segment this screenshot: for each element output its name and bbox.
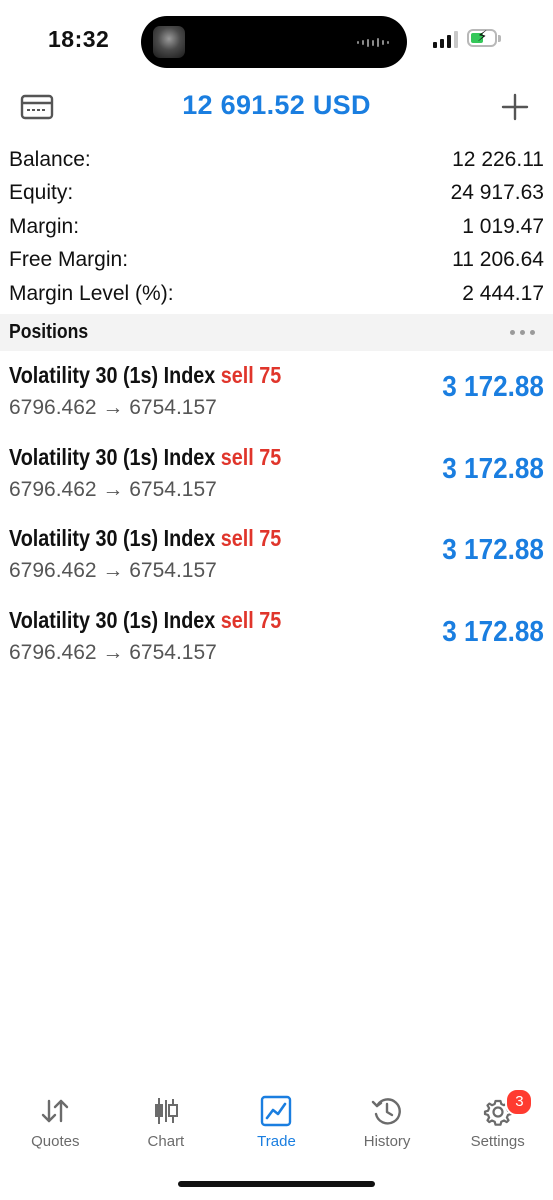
summary-label: Margin:	[9, 214, 80, 238]
position-type: sell 75	[220, 525, 282, 551]
dynamic-island	[141, 16, 407, 68]
summary-label: Equity:	[9, 181, 74, 205]
status-bar: 18:32 ⚡	[0, 0, 553, 80]
position-type: sell 75	[220, 362, 282, 388]
quotes-arrows-icon	[38, 1094, 72, 1128]
history-clock-icon	[370, 1094, 404, 1128]
position-prices: 6796.462 → 6754.157	[9, 477, 217, 501]
position-prices: 6796.462 → 6754.157	[9, 559, 217, 582]
tab-label: Trade	[257, 1133, 296, 1150]
tab-chart[interactable]: Chart	[111, 1080, 222, 1160]
tab-settings[interactable]: 3 Settings	[442, 1080, 553, 1160]
positions-section-header: Positions	[0, 314, 553, 351]
position-symbol: Volatility 30 (1s) Index	[9, 606, 216, 633]
position-profit: 3 172.88	[442, 371, 544, 403]
positions-list: Volatility 30 (1s) Index sell 75 6796.46…	[0, 351, 553, 677]
tab-label: History	[363, 1133, 411, 1150]
plus-icon[interactable]	[500, 92, 530, 122]
tab-label: Quotes	[31, 1133, 80, 1150]
tab-label: Settings	[470, 1133, 525, 1150]
position-profit: 3 172.88	[442, 452, 544, 485]
battery-icon: ⚡	[467, 28, 497, 47]
account-summary: Balance: 12 226.11 Equity: 24 917.63 Mar…	[0, 144, 553, 311]
more-options-icon[interactable]	[510, 330, 535, 335]
position-prices: 6796.462 → 6754.157	[9, 396, 217, 419]
summary-value: 2 444.17	[462, 281, 544, 305]
position-profit: 3 172.88	[442, 534, 544, 566]
position-type: sell 75	[220, 606, 282, 633]
section-title: Positions	[9, 321, 89, 343]
cellular-signal-icon	[433, 31, 458, 48]
summary-value: 24 917.63	[450, 181, 544, 205]
summary-row-equity: Equity: 24 917.63	[0, 177, 553, 210]
account-header: 12 691.52 USD	[0, 80, 553, 140]
position-row[interactable]: Volatility 30 (1s) Index sell 75 6796.46…	[0, 514, 553, 596]
status-time: 18:32	[48, 26, 110, 52]
summary-label: Free Margin:	[9, 248, 129, 272]
tab-bar: Quotes Chart Trade History 3 Settings	[0, 1080, 553, 1160]
summary-label: Balance:	[9, 148, 91, 171]
summary-label: Margin Level (%):	[9, 281, 174, 305]
summary-row-balance: Balance: 12 226.11	[0, 144, 553, 177]
home-indicator[interactable]	[178, 1181, 375, 1187]
position-profit: 3 172.88	[442, 615, 544, 648]
summary-row-free-margin: Free Margin: 11 206.64	[0, 244, 553, 277]
tab-quotes[interactable]: Quotes	[0, 1080, 111, 1160]
audio-wave-icon	[357, 38, 389, 47]
notification-badge: 3	[505, 1088, 534, 1116]
position-symbol: Volatility 30 (1s) Index	[9, 362, 216, 388]
position-symbol: Volatility 30 (1s) Index	[9, 443, 216, 470]
position-prices: 6796.462 → 6754.157	[9, 640, 217, 664]
position-row[interactable]: Volatility 30 (1s) Index sell 75 6796.46…	[0, 433, 553, 515]
summary-row-margin-level: Margin Level (%): 2 444.17	[0, 278, 553, 311]
tab-history[interactable]: History	[332, 1080, 443, 1160]
position-row[interactable]: Volatility 30 (1s) Index sell 75 6796.46…	[0, 596, 553, 678]
position-symbol: Volatility 30 (1s) Index	[9, 525, 216, 551]
trade-chart-icon	[259, 1094, 293, 1128]
tab-label: Chart	[147, 1133, 185, 1150]
candlestick-icon	[149, 1094, 183, 1128]
tab-trade[interactable]: Trade	[221, 1080, 332, 1160]
account-equity-title[interactable]: 12 691.52 USD	[0, 90, 553, 121]
summary-row-margin: Margin: 1 019.47	[0, 211, 553, 244]
summary-value: 1 019.47	[462, 214, 544, 238]
now-playing-artwork	[153, 26, 185, 58]
summary-value: 12 226.11	[452, 148, 544, 171]
position-type: sell 75	[220, 443, 282, 470]
charging-bolt-icon: ⚡	[477, 28, 488, 45]
position-row[interactable]: Volatility 30 (1s) Index sell 75 6796.46…	[0, 351, 553, 433]
summary-value: 11 206.64	[452, 248, 544, 272]
